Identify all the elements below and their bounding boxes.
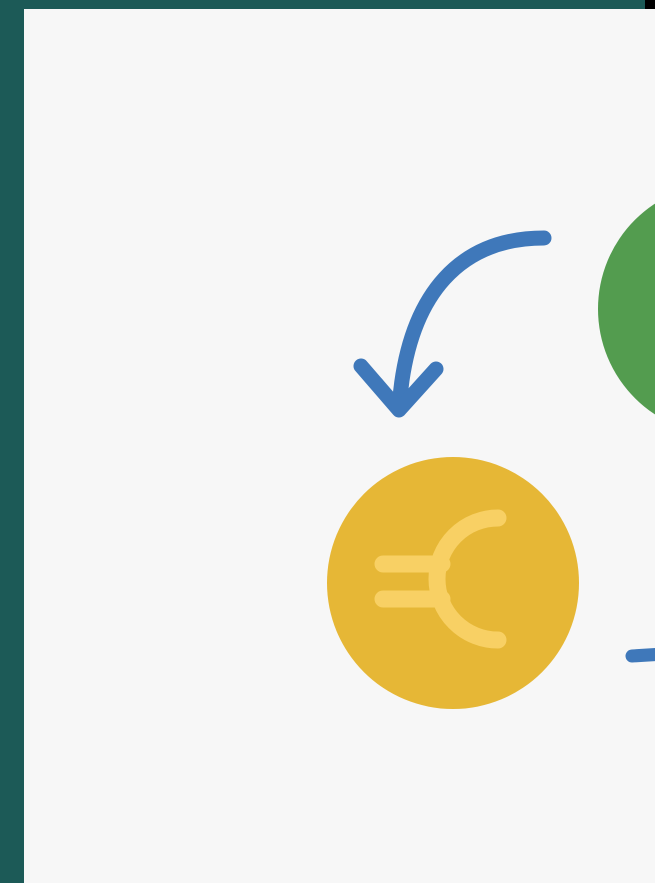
green-coin-icon [598,203,655,415]
curved-arrow-icon [353,230,552,418]
currency-exchange-illustration: € [24,9,655,709]
euro-coin-icon: € [24,9,579,709]
image-frame: € [0,0,655,883]
arrow-icon [625,648,655,663]
illustration-canvas: € [24,9,655,883]
euro-symbol: € [24,9,25,10]
corner-artifact [645,0,655,9]
